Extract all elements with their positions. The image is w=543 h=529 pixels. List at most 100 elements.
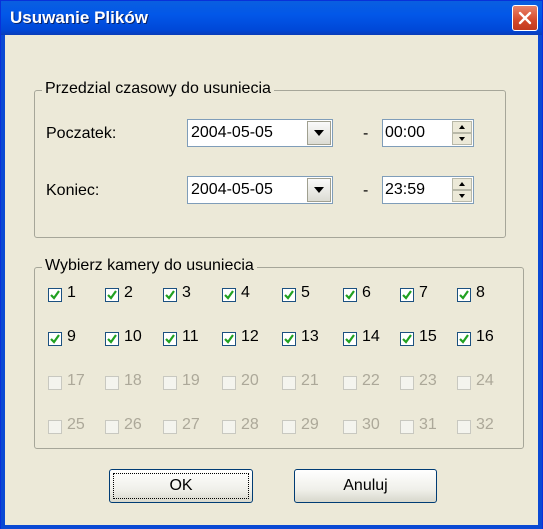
- end-time-up-button[interactable]: [452, 178, 472, 190]
- start-time-value: 00:00: [385, 124, 426, 141]
- camera-1-checkbox[interactable]: [48, 288, 62, 302]
- checkmark-icon: [459, 290, 469, 300]
- camera-5-checkbox[interactable]: [282, 288, 296, 302]
- camera-7-checkbox[interactable]: [400, 288, 414, 302]
- close-icon: [518, 11, 532, 25]
- camera-23-label: 23: [419, 372, 437, 389]
- end-time-value: 23:59: [385, 181, 426, 198]
- camera-31-checkbox: [400, 420, 414, 434]
- time-range-group: [34, 90, 506, 238]
- start-separator: -: [363, 125, 369, 142]
- camera-8-checkbox[interactable]: [457, 288, 471, 302]
- camera-27-label: 27: [182, 416, 200, 433]
- camera-8-label: 8: [476, 284, 485, 301]
- focus-rectangle: [113, 473, 249, 499]
- camera-29-checkbox: [282, 420, 296, 434]
- checkmark-icon: [50, 290, 60, 300]
- camera-12-checkbox[interactable]: [222, 332, 236, 346]
- camera-18-checkbox: [105, 376, 119, 390]
- camera-3-checkbox[interactable]: [163, 288, 177, 302]
- end-time-spinner[interactable]: 23:59: [382, 176, 474, 204]
- camera-26-checkbox: [105, 420, 119, 434]
- start-time-up-button[interactable]: [452, 121, 472, 133]
- camera-10-label: 10: [124, 328, 142, 345]
- ok-button[interactable]: OK: [109, 469, 253, 503]
- checkmark-icon: [224, 290, 234, 300]
- camera-2-checkbox[interactable]: [105, 288, 119, 302]
- end-time-down-button[interactable]: [452, 190, 472, 202]
- camera-14-label: 14: [362, 328, 380, 345]
- camera-28-label: 28: [241, 416, 259, 433]
- start-date-dropdown-button[interactable]: [307, 121, 331, 145]
- camera-26-label: 26: [124, 416, 142, 433]
- camera-23-checkbox: [400, 376, 414, 390]
- camera-29-label: 29: [301, 416, 319, 433]
- camera-30-label: 30: [362, 416, 380, 433]
- camera-3-label: 3: [182, 284, 191, 301]
- end-separator: -: [363, 182, 369, 199]
- chevron-down-icon: [314, 187, 324, 193]
- arrow-up-icon: [459, 125, 465, 129]
- camera-9-label: 9: [67, 328, 76, 345]
- cameras-legend: Wybierz kamery do usuniecia: [42, 257, 257, 275]
- camera-24-checkbox: [457, 376, 471, 390]
- start-time-down-button[interactable]: [452, 133, 472, 145]
- end-date-dropdown-button[interactable]: [307, 178, 331, 202]
- camera-13-label: 13: [301, 328, 319, 345]
- start-time-spinner[interactable]: 00:00: [382, 119, 474, 147]
- camera-15-label: 15: [419, 328, 437, 345]
- camera-11-label: 11: [182, 328, 199, 345]
- checkmark-icon: [107, 290, 117, 300]
- checkmark-icon: [402, 334, 412, 344]
- camera-10-checkbox[interactable]: [105, 332, 119, 346]
- cancel-button[interactable]: Anuluj: [294, 469, 437, 503]
- camera-6-label: 6: [362, 284, 371, 301]
- camera-7-label: 7: [419, 284, 428, 301]
- time-range-legend: Przedzial czasowy do usuniecia: [42, 80, 274, 98]
- camera-6-checkbox[interactable]: [343, 288, 357, 302]
- camera-21-label: 21: [301, 372, 319, 389]
- checkmark-icon: [459, 334, 469, 344]
- camera-14-checkbox[interactable]: [343, 332, 357, 346]
- checkmark-icon: [345, 334, 355, 344]
- title-bar[interactable]: Usuwanie Plików: [1, 1, 542, 35]
- checkmark-icon: [345, 290, 355, 300]
- camera-32-checkbox: [457, 420, 471, 434]
- cancel-button-label: Anuluj: [343, 477, 388, 494]
- end-date-value: 2004-05-05: [191, 181, 273, 198]
- camera-4-label: 4: [241, 284, 250, 301]
- arrow-up-icon: [459, 182, 465, 186]
- camera-24-label: 24: [476, 372, 494, 389]
- camera-17-label: 17: [67, 372, 85, 389]
- camera-9-checkbox[interactable]: [48, 332, 62, 346]
- camera-2-label: 2: [124, 284, 133, 301]
- end-label: Koniec:: [46, 182, 100, 199]
- camera-13-checkbox[interactable]: [282, 332, 296, 346]
- arrow-down-icon: [459, 194, 465, 198]
- checkmark-icon: [284, 290, 294, 300]
- camera-11-checkbox[interactable]: [163, 332, 177, 346]
- close-button[interactable]: [512, 5, 538, 31]
- camera-12-label: 12: [241, 328, 259, 345]
- camera-4-checkbox[interactable]: [222, 288, 236, 302]
- arrow-down-icon: [459, 137, 465, 141]
- camera-16-label: 16: [476, 328, 494, 345]
- chevron-down-icon: [314, 130, 324, 136]
- checkmark-icon: [284, 334, 294, 344]
- camera-27-checkbox: [163, 420, 177, 434]
- window-border-bottom: [1, 525, 542, 529]
- camera-16-checkbox[interactable]: [457, 332, 471, 346]
- camera-5-label: 5: [301, 284, 310, 301]
- checkmark-icon: [107, 334, 117, 344]
- start-date-combo[interactable]: 2004-05-05: [187, 119, 333, 147]
- window-border-right: [538, 35, 542, 529]
- end-date-combo[interactable]: 2004-05-05: [187, 176, 333, 204]
- camera-28-checkbox: [222, 420, 236, 434]
- camera-15-checkbox[interactable]: [400, 332, 414, 346]
- camera-18-label: 18: [124, 372, 142, 389]
- camera-25-label: 25: [67, 416, 85, 433]
- camera-17-checkbox: [48, 376, 62, 390]
- camera-19-checkbox: [163, 376, 177, 390]
- camera-25-checkbox: [48, 420, 62, 434]
- checkmark-icon: [165, 334, 175, 344]
